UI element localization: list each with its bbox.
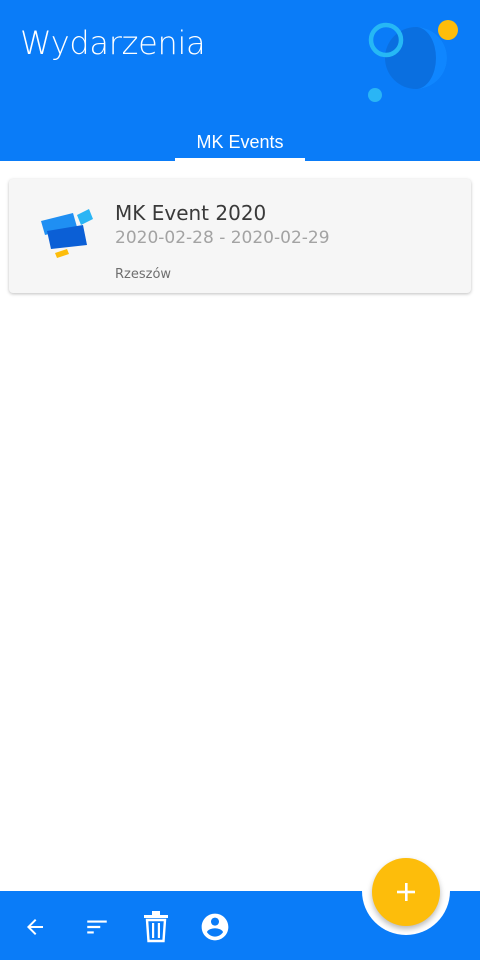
trash-icon[interactable] [139,910,173,944]
page-title: Wydarzenia [20,24,206,62]
decorative-circles-logo [368,20,458,102]
tab-mk-events[interactable]: MK Events [175,128,305,161]
back-arrow-icon[interactable] [18,910,52,944]
event-title: MK Event 2020 [115,201,267,225]
account-circle-icon[interactable] [198,910,232,944]
sort-icon[interactable] [80,910,114,944]
event-city: Rzeszów [115,267,172,282]
event-logo-icon [41,209,93,258]
event-dates: 2020-02-28 - 2020-02-29 [115,228,330,248]
plus-icon [397,883,415,901]
tab-label: MK Events [196,132,284,152]
add-event-button[interactable] [372,858,440,926]
events-list: MK Event 2020 2020-02-28 - 2020-02-29 Rz… [0,161,480,891]
app-header: Wydarzenia MK Events [0,0,480,161]
event-card[interactable]: MK Event 2020 2020-02-28 - 2020-02-29 Rz… [9,179,471,293]
